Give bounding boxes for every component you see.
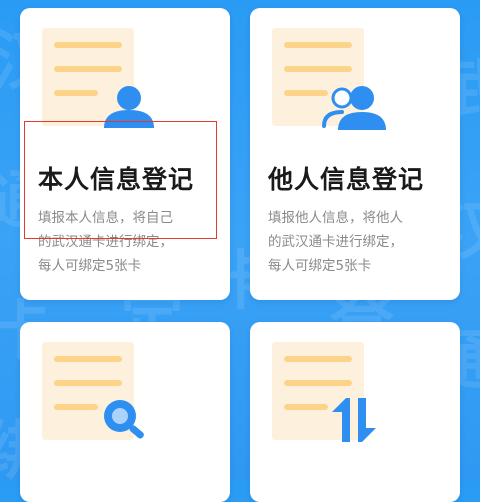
swap-arrows-icon <box>332 398 376 442</box>
swap-card[interactable] <box>250 322 460 502</box>
card-title: 他人信息登记 <box>268 165 425 194</box>
query-card[interactable] <box>20 322 230 502</box>
two-persons-icon <box>322 86 386 130</box>
magnifier-icon <box>104 400 144 439</box>
card-description: 填报他人信息，将他人 的武汉通卡进行绑定， 每人可绑定5张卡 <box>268 210 403 274</box>
other-registration-card[interactable]: 他人信息登记 填报他人信息，将他人 的武汉通卡进行绑定， 每人可绑定5张卡 <box>250 8 460 300</box>
selection-highlight-box <box>24 121 217 239</box>
